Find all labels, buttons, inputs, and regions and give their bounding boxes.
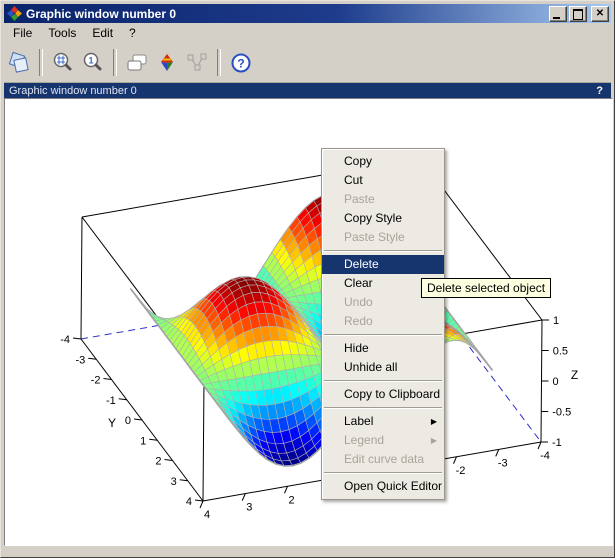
menu-item-edit-curve-data: Edit curve data [322,450,444,469]
svg-text:-3: -3 [75,354,85,366]
menu-item-label[interactable]: Label▶ [322,412,444,431]
menu-separator [322,377,444,385]
svg-text:1: 1 [553,315,559,327]
svg-text:0: 0 [125,415,131,427]
menu-item-paste: Paste [322,190,444,209]
svg-text:Y: Y [108,416,116,430]
svg-text:-0.5: -0.5 [552,407,571,419]
menu-separator [322,469,444,477]
tooltip-text: Delete selected object [427,281,545,295]
svg-text:0.5: 0.5 [553,346,568,358]
submenu-arrow-icon: ▶ [431,431,437,450]
graphic-window: Graphic window number 0 ✕ FileToolsEdit?… [0,0,615,558]
svg-text:-4: -4 [540,450,550,462]
context-menu: CopyCutPasteCopy StylePaste Style Delete C… [321,148,445,500]
svg-text:-2: -2 [456,465,466,477]
menu-item-open-quick-editor[interactable]: Open Quick Editor [322,477,444,496]
svg-text:4: 4 [186,496,192,508]
svg-text:2: 2 [155,456,161,468]
svg-text:3: 3 [171,476,177,488]
svg-text:2: 2 [288,494,294,506]
svg-text:3: 3 [246,502,252,514]
menu-item-delete[interactable]: Delete [322,255,444,274]
tooltip: Delete selected object [421,278,551,298]
menu-item-copy-style[interactable]: Copy Style [322,209,444,228]
menu-item-unhide-all[interactable]: Unhide all [322,358,444,377]
svg-text:-4: -4 [60,334,70,346]
submenu-arrow-icon: ▶ [431,412,437,431]
svg-text:-1: -1 [552,437,562,449]
menu-item-hide[interactable]: Hide [322,339,444,358]
svg-text:0: 0 [553,376,559,388]
menu-item-redo: Redo [322,312,444,331]
svg-text:Z: Z [571,368,578,382]
menu-item-paste-style: Paste Style [322,228,444,247]
svg-text:4: 4 [204,509,210,521]
menu-separator [322,404,444,412]
svg-text:1: 1 [140,435,146,447]
svg-text:-3: -3 [498,457,508,469]
menu-item-cut[interactable]: Cut [322,171,444,190]
menu-separator [322,247,444,255]
menu-item-copy[interactable]: Copy [322,152,444,171]
menu-item-legend: Legend▶ [322,431,444,450]
svg-text:-2: -2 [91,375,101,387]
svg-text:-1: -1 [106,395,116,407]
menu-separator [322,331,444,339]
menu-item-copy-to-clipboard[interactable]: Copy to Clipboard [322,385,444,404]
